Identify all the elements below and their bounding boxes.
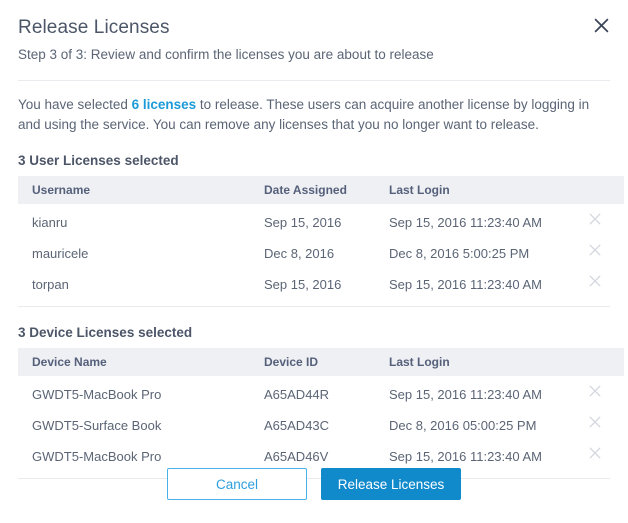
user-table-head: Username Date Assigned Last Login — [18, 176, 624, 204]
page-title: Release Licenses — [18, 17, 170, 38]
column-header-actions — [589, 348, 624, 376]
cancel-button[interactable]: Cancel — [167, 468, 307, 500]
table-header-row: Device Name Device ID Last Login — [18, 348, 624, 376]
intro-before: You have selected — [18, 97, 132, 112]
cell-username: torpan — [32, 277, 69, 292]
cell-date-assigned: Sep 15, 2016 — [264, 215, 342, 230]
column-header-username: Username — [18, 176, 264, 204]
column-header-last-login: Last Login — [389, 348, 589, 376]
remove-icon[interactable] — [589, 244, 605, 260]
cell-last-login: Dec 8, 2016 5:00:25 PM — [389, 246, 530, 261]
user-table-body: kianru Sep 15, 2016 Sep 15, 2016 11:23:4… — [18, 204, 624, 300]
table-header-row: Username Date Assigned Last Login — [18, 176, 624, 204]
cell-last-login: Sep 15, 2016 11:23:40 AM — [389, 215, 542, 230]
table-row: GWDT5-Surface Book A65AD43C Dec 8, 2016 … — [18, 410, 624, 441]
release-licenses-dialog: Release Licenses Step 3 of 3: Review and… — [0, 0, 628, 523]
license-count-link[interactable]: 6 licenses — [132, 97, 197, 112]
column-header-device-name: Device Name — [18, 348, 264, 376]
user-licenses-table: Username Date Assigned Last Login kianru… — [18, 176, 624, 300]
remove-icon[interactable] — [589, 385, 605, 401]
table-row: GWDT5-MacBook Pro A65AD44R Sep 15, 2016 … — [18, 376, 624, 410]
column-header-device-id: Device ID — [264, 348, 389, 376]
dialog-subtitle: Step 3 of 3: Review and confirm the lice… — [18, 47, 434, 62]
cell-last-login: Sep 15, 2016 11:23:40 AM — [389, 277, 542, 292]
dialog-footer: Cancel Release Licenses — [0, 445, 628, 523]
device-section-title: 3 Device Licenses selected — [18, 325, 193, 340]
close-icon[interactable] — [588, 12, 614, 38]
cell-username: kianru — [32, 215, 68, 230]
table-row: mauricele Dec 8, 2016 Dec 8, 2016 5:00:2… — [18, 238, 624, 269]
cell-device-name: GWDT5-Surface Book — [32, 418, 162, 433]
device-table-head: Device Name Device ID Last Login — [18, 348, 624, 376]
cell-device-name: GWDT5-MacBook Pro — [32, 387, 162, 402]
table-row: torpan Sep 15, 2016 Sep 15, 2016 11:23:4… — [18, 269, 624, 300]
cell-username: mauricele — [32, 246, 89, 261]
user-licenses-section: 3 User Licenses selected Username Date A… — [0, 153, 628, 307]
column-header-date-assigned: Date Assigned — [264, 176, 389, 204]
release-licenses-button[interactable]: Release Licenses — [321, 468, 461, 500]
cell-date-assigned: Sep 15, 2016 — [264, 277, 342, 292]
remove-icon[interactable] — [589, 275, 605, 291]
cell-device-id: A65AD44R — [264, 387, 330, 402]
column-header-actions — [589, 176, 624, 204]
cell-date-assigned: Dec 8, 2016 — [264, 246, 335, 261]
cell-last-login: Dec 8, 2016 05:00:25 PM — [389, 418, 537, 433]
cell-last-login: Sep 15, 2016 11:23:40 AM — [389, 387, 542, 402]
intro-text: You have selected 6 licenses to release.… — [0, 81, 628, 135]
user-table-bottom-rule — [18, 306, 610, 307]
cell-device-id: A65AD43C — [264, 418, 330, 433]
remove-icon[interactable] — [589, 416, 605, 432]
remove-icon[interactable] — [589, 213, 605, 229]
table-row: kianru Sep 15, 2016 Sep 15, 2016 11:23:4… — [18, 204, 624, 238]
user-section-title: 3 User Licenses selected — [18, 153, 179, 168]
dialog-header: Release Licenses Step 3 of 3: Review and… — [0, 0, 628, 64]
column-header-last-login: Last Login — [389, 176, 589, 204]
